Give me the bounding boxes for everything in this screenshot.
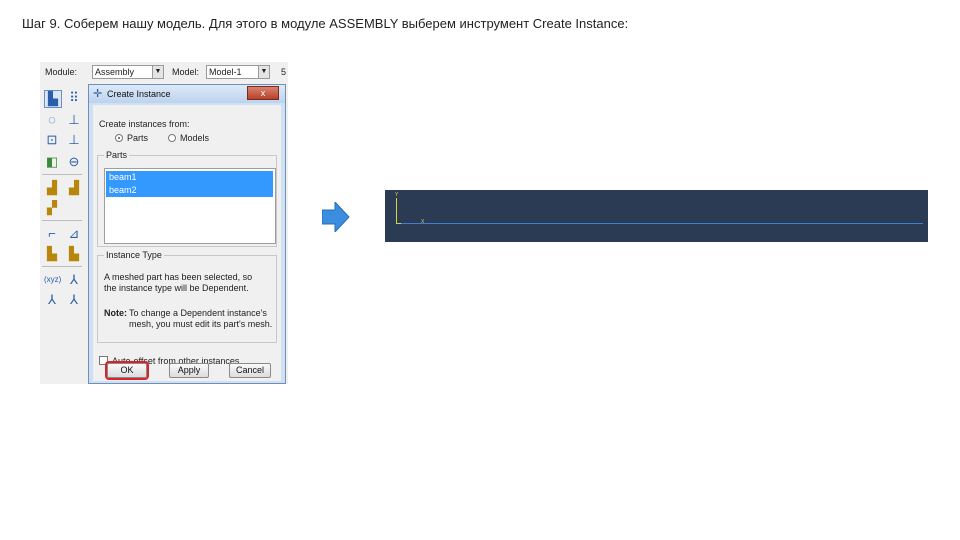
instance-pattern-icon[interactable]: ⠿: [66, 90, 82, 106]
instance-type-group: Instance Type A meshed part has been sel…: [97, 250, 277, 343]
toolbox-divider: [42, 266, 82, 267]
model-value: Model-1: [209, 67, 242, 77]
list-item[interactable]: beam2: [106, 184, 273, 197]
y-axis-label: Y: [395, 192, 399, 198]
create-instance-tool-icon[interactable]: ▙: [44, 90, 62, 108]
radio-parts[interactable]: [115, 134, 123, 142]
create-instance-icon: ✛: [93, 88, 103, 100]
datum-axis-icon[interactable]: ▟: [66, 180, 82, 196]
parts-group-title: Parts: [104, 150, 130, 160]
create-from-label: Create instances from:: [99, 119, 190, 129]
datum-csys-icon[interactable]: ⅄: [66, 272, 82, 288]
radio-models[interactable]: [168, 134, 176, 142]
parts-list[interactable]: beam1 beam2: [104, 168, 276, 244]
datum-csys-sph-icon[interactable]: ⅄: [66, 292, 82, 308]
model-label: Model:: [172, 67, 200, 77]
instance-type-title: Instance Type: [104, 250, 164, 260]
cancel-button[interactable]: Cancel: [229, 363, 271, 378]
module-select[interactable]: Assembly ▼: [92, 65, 164, 79]
close-button[interactable]: x: [247, 86, 279, 100]
model-select[interactable]: Model-1 ▼: [206, 65, 270, 79]
abaqus-panel: Module: Assembly ▼ Model: Model-1 ▼ 5 ▙ …: [40, 62, 288, 384]
rotate-instance-icon[interactable]: ◌: [44, 112, 60, 128]
step-fragment: 5: [281, 67, 287, 77]
note-label: Note:: [104, 308, 127, 318]
merge-instance-icon[interactable]: ◧: [44, 154, 60, 170]
chevron-down-icon: ▼: [258, 66, 269, 78]
dialog-client-area: Create instances from: Parts Models Part…: [93, 105, 281, 381]
model-viewport[interactable]: Y X: [385, 190, 928, 242]
slide-caption: Шаг 9. Соберем нашу модель. Для этого в …: [22, 16, 629, 31]
note-text-1: To change a Dependent instance's: [129, 308, 267, 318]
datum-plane-icon[interactable]: ▞: [44, 200, 60, 216]
translate-instance-icon[interactable]: ⊥: [66, 112, 82, 128]
x-axis-label: X: [421, 219, 425, 225]
dialog-title: Create Instance: [107, 89, 171, 99]
datum-csys-cyl-icon[interactable]: ⅄: [44, 292, 60, 308]
partition-icon[interactable]: ▙: [44, 246, 60, 262]
constraint-parallel-face-icon[interactable]: ⊡: [44, 132, 60, 148]
assembly-toolbox: ▙ ⠿ ◌ ⊥ ⊡ ⊥ ◧ ⊖ ▟ ▟ ▞ ⌐ ⊿ ▙ ▙ (xyz) ⅄ ⅄ …: [40, 86, 86, 384]
csys-icon[interactable]: (xyz): [44, 272, 61, 288]
dialog-titlebar[interactable]: ✛ Create Instance x: [89, 85, 285, 103]
toolbox-divider: [42, 220, 82, 221]
module-value: Assembly: [95, 67, 135, 77]
list-item[interactable]: beam1: [106, 171, 273, 184]
create-instance-dialog: ✛ Create Instance x Create instances fro…: [88, 84, 286, 384]
radio-parts-label: Parts: [127, 133, 149, 143]
chevron-down-icon: ▼: [152, 66, 163, 78]
module-label: Module:: [45, 67, 78, 77]
apply-button[interactable]: Apply: [169, 363, 209, 378]
y-axis-triad: [396, 198, 397, 224]
close-icon: x: [260, 88, 266, 98]
set-manager-icon[interactable]: ⌐: [44, 226, 60, 242]
toolbox-divider: [42, 174, 82, 175]
partition-face-icon[interactable]: ▙: [66, 246, 82, 262]
radio-models-label: Models: [180, 133, 210, 143]
instance-type-text-2: the instance type will be Dependent.: [104, 283, 249, 293]
datum-point-icon[interactable]: ▟: [44, 180, 60, 196]
parts-group: Parts beam1 beam2: [97, 150, 277, 247]
context-bar: Module: Assembly ▼ Model: Model-1 ▼ 5: [40, 64, 288, 82]
ok-button[interactable]: OK: [105, 361, 149, 380]
instance-type-text-1: A meshed part has been selected, so: [104, 272, 253, 282]
surface-manager-icon[interactable]: ⊿: [66, 226, 82, 242]
note-text-2: mesh, you must edit its part's mesh.: [129, 319, 273, 329]
cut-instance-icon[interactable]: ⊖: [66, 154, 82, 170]
constraint-face-icon[interactable]: ⊥: [66, 132, 82, 148]
arrow-right-icon: [322, 202, 350, 232]
beam-instance-line: [401, 223, 923, 224]
